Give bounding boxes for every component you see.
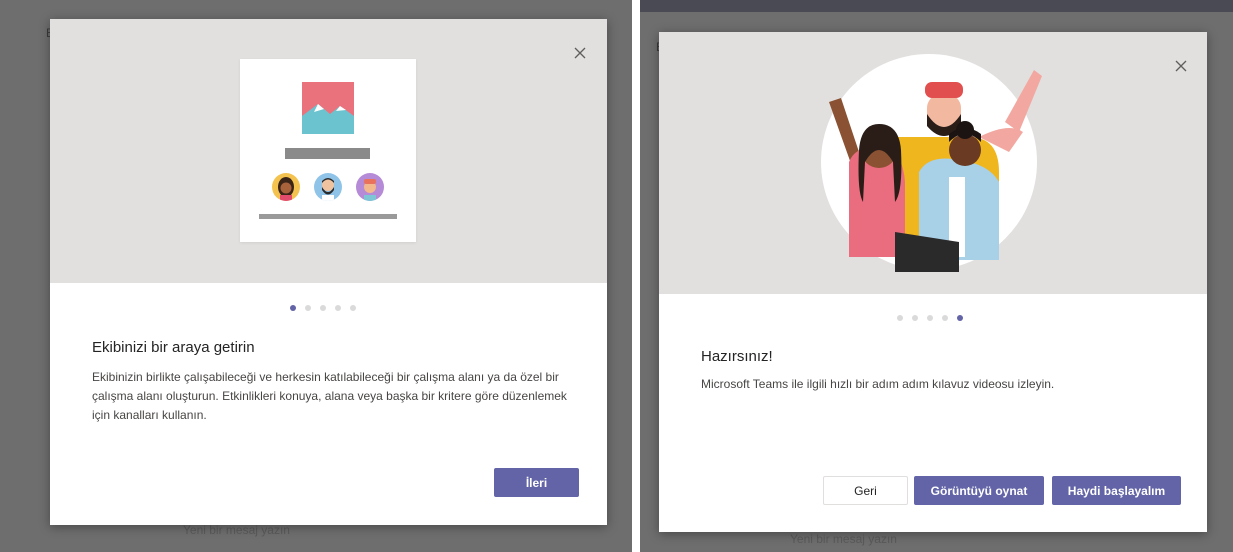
avatar: [356, 173, 384, 201]
avatar: [314, 173, 342, 201]
dialog-hero-illustration: [50, 19, 607, 283]
play-video-button[interactable]: Görüntüyü oynat: [914, 476, 1044, 505]
close-button[interactable]: [1171, 56, 1191, 76]
dialog-description: Ekibinizin birlikte çalışabileceği ve he…: [92, 370, 567, 422]
celebrating-people-illustration: [821, 54, 1042, 272]
card-line-placeholder: [259, 214, 397, 219]
dialog-hero-illustration: [659, 32, 1207, 294]
step-dot[interactable]: [320, 305, 326, 311]
dialog-title: Ekibinizi bir araya getirin: [92, 339, 255, 356]
card-title-placeholder: [285, 148, 370, 159]
background-message-hint: Yeni bir mesaj yazın: [183, 523, 290, 537]
step-dot-active[interactable]: [957, 315, 963, 321]
step-dot[interactable]: [927, 315, 933, 321]
close-icon: [1175, 60, 1187, 72]
step-dot[interactable]: [912, 315, 918, 321]
right-screenshot-panel: E Yeni bir mesaj yazın: [640, 0, 1233, 552]
step-dot[interactable]: [350, 305, 356, 311]
step-dot[interactable]: [305, 305, 311, 311]
onboarding-dialog-step-1: Ekibinizi bir araya getirin Ekibinizin b…: [50, 19, 607, 525]
onboarding-dialog-step-5: Hazırsınız! Microsoft Teams ile ilgili h…: [659, 32, 1207, 532]
next-button[interactable]: İleri: [494, 468, 579, 497]
step-indicator: [897, 315, 963, 321]
dialog-title: Hazırsınız!: [701, 348, 773, 365]
back-button[interactable]: Geri: [823, 476, 908, 505]
close-button[interactable]: [570, 43, 590, 63]
step-dot-active[interactable]: [290, 305, 296, 311]
step-dot[interactable]: [897, 315, 903, 321]
background-message-hint: Yeni bir mesaj yazın: [790, 532, 897, 546]
background-top-bar: [640, 0, 1233, 12]
avatar: [272, 173, 300, 201]
close-icon: [574, 47, 586, 59]
get-started-button[interactable]: Haydi başlayalım: [1052, 476, 1181, 505]
team-card-illustration: [240, 59, 416, 242]
step-dot[interactable]: [335, 305, 341, 311]
dialog-description: Microsoft Teams ile ilgili hızlı bir adı…: [701, 377, 1055, 391]
image-icon: [302, 82, 354, 134]
step-dot[interactable]: [942, 315, 948, 321]
left-screenshot-panel: E Yeni bir mesaj yazın: [0, 0, 632, 552]
step-indicator: [290, 305, 356, 311]
